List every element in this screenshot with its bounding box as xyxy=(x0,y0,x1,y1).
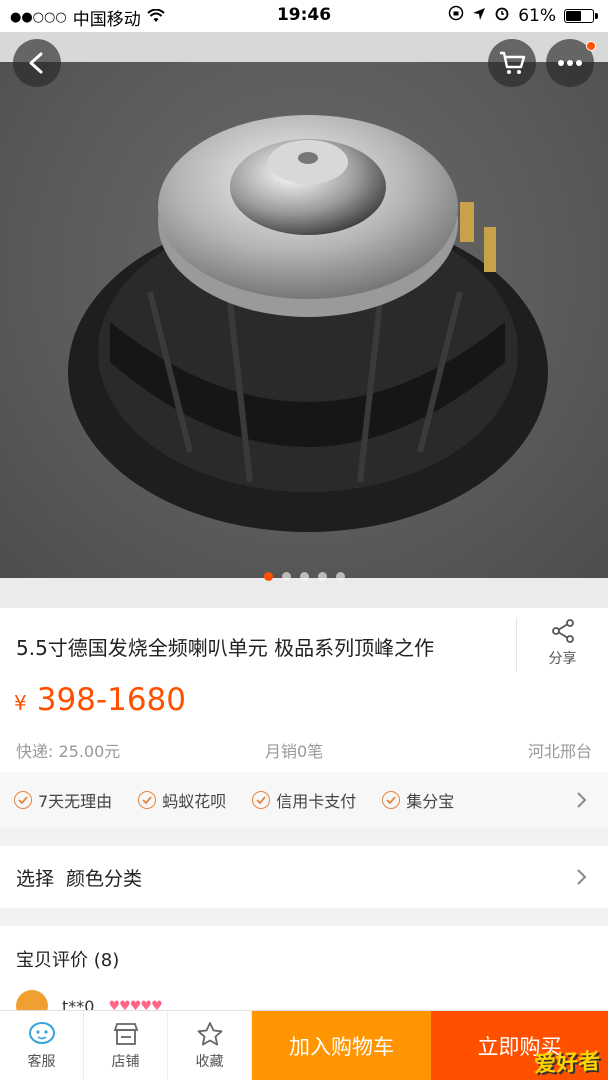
check-circle-icon xyxy=(382,791,401,809)
product-meta: 快递: 25.00元 月销0笔 河北邢台 xyxy=(16,738,592,762)
favorite-tab-label: 收藏 xyxy=(195,1054,224,1070)
share-label: 分享 xyxy=(548,651,577,667)
shop-tab-label: 店铺 xyxy=(111,1054,140,1070)
ship-location: 河北邢台 xyxy=(527,742,592,761)
product-info: 5.5寸德国发烧全频喇叭单元 极品系列顶峰之作 分享 ¥ 398-1680 快递… xyxy=(0,608,608,772)
favorite-button[interactable]: 收藏 xyxy=(168,1011,252,1080)
chat-bubble-icon xyxy=(28,1022,55,1044)
service-guarantees[interactable]: 7天无理由 蚂蚁花呗 信用卡支付 集分宝 xyxy=(0,772,608,828)
speaker-illustration xyxy=(68,115,548,532)
service-item: 蚂蚁花呗 xyxy=(138,788,226,812)
check-circle-icon xyxy=(14,791,32,809)
chevron-right-icon xyxy=(577,792,587,808)
share-button[interactable]: 分享 xyxy=(516,618,608,672)
add-to-cart-button[interactable]: 加入购物车 xyxy=(252,1011,431,1080)
alarm-icon xyxy=(494,5,510,26)
product-price: ¥ 398-1680 xyxy=(14,682,186,718)
gallery-dot[interactable] xyxy=(263,572,273,581)
status-bar: ●●○○○ 中国移动 19:46 61% xyxy=(0,0,608,32)
service-item: 信用卡支付 xyxy=(252,788,356,812)
customer-service-button[interactable]: 客服 xyxy=(0,1011,84,1080)
chevron-left-icon xyxy=(29,52,43,74)
battery-fill xyxy=(566,10,581,21)
reviews-title: 宝贝评价 (8) xyxy=(16,950,120,971)
gallery-dot[interactable] xyxy=(335,572,345,581)
service-label: 7天无理由 xyxy=(38,792,113,811)
gallery-dot[interactable] xyxy=(281,572,291,581)
product-photo[interactable] xyxy=(0,62,608,578)
gallery-footer xyxy=(0,578,608,608)
service-item: 集分宝 xyxy=(382,788,454,812)
back-button[interactable] xyxy=(13,39,61,87)
chevron-right-icon xyxy=(577,869,587,885)
bottom-action-bar: 客服 店铺 收藏 加入购物车 立即购买 爱好者 xyxy=(0,1010,608,1080)
battery-percent: 61% xyxy=(518,5,556,26)
shopping-cart-icon xyxy=(500,51,526,74)
buy-now-button[interactable]: 立即购买 爱好者 xyxy=(431,1011,608,1080)
rotation-lock-icon xyxy=(448,5,464,26)
currency-symbol: ¥ xyxy=(14,691,27,715)
sku-selector[interactable]: 选择 颜色分类 xyxy=(0,846,608,908)
monthly-sales: 月销0笔 xyxy=(265,742,324,761)
select-value: 颜色分类 xyxy=(66,867,143,890)
location-arrow-icon xyxy=(472,6,486,26)
check-circle-icon xyxy=(252,791,271,809)
price-value: 398-1680 xyxy=(36,682,186,718)
watermark-text: 爱好者 xyxy=(533,1049,601,1078)
service-label: 信用卡支付 xyxy=(276,792,357,811)
shipping-fee: 快递: 25.00元 xyxy=(16,742,121,761)
notification-dot xyxy=(586,41,596,51)
check-circle-icon xyxy=(138,791,157,809)
more-dots-icon xyxy=(558,60,582,66)
product-title: 5.5寸德国发烧全频喇叭单元 极品系列顶峰之作 xyxy=(16,636,435,660)
service-tab-label: 客服 xyxy=(27,1054,56,1070)
gallery-dot[interactable] xyxy=(317,572,327,581)
cart-button[interactable] xyxy=(488,39,536,87)
star-icon xyxy=(197,1022,222,1046)
service-label: 蚂蚁花呗 xyxy=(162,792,227,811)
gallery-dot[interactable] xyxy=(299,572,309,581)
shop-button[interactable]: 店铺 xyxy=(84,1011,168,1080)
status-right: 61% xyxy=(448,5,598,26)
service-item: 7天无理由 xyxy=(14,788,112,812)
gallery-indicator xyxy=(0,572,608,581)
store-icon xyxy=(113,1023,138,1045)
battery-icon xyxy=(564,8,598,23)
more-button[interactable] xyxy=(546,39,596,87)
product-image-gallery[interactable] xyxy=(0,32,608,608)
reviews-section[interactable]: 宝贝评价 (8) t**0 ♥♥♥♥♥ xyxy=(0,926,608,1022)
share-icon xyxy=(551,619,574,643)
service-label: 集分宝 xyxy=(406,792,455,811)
select-label: 选择 xyxy=(16,867,55,890)
